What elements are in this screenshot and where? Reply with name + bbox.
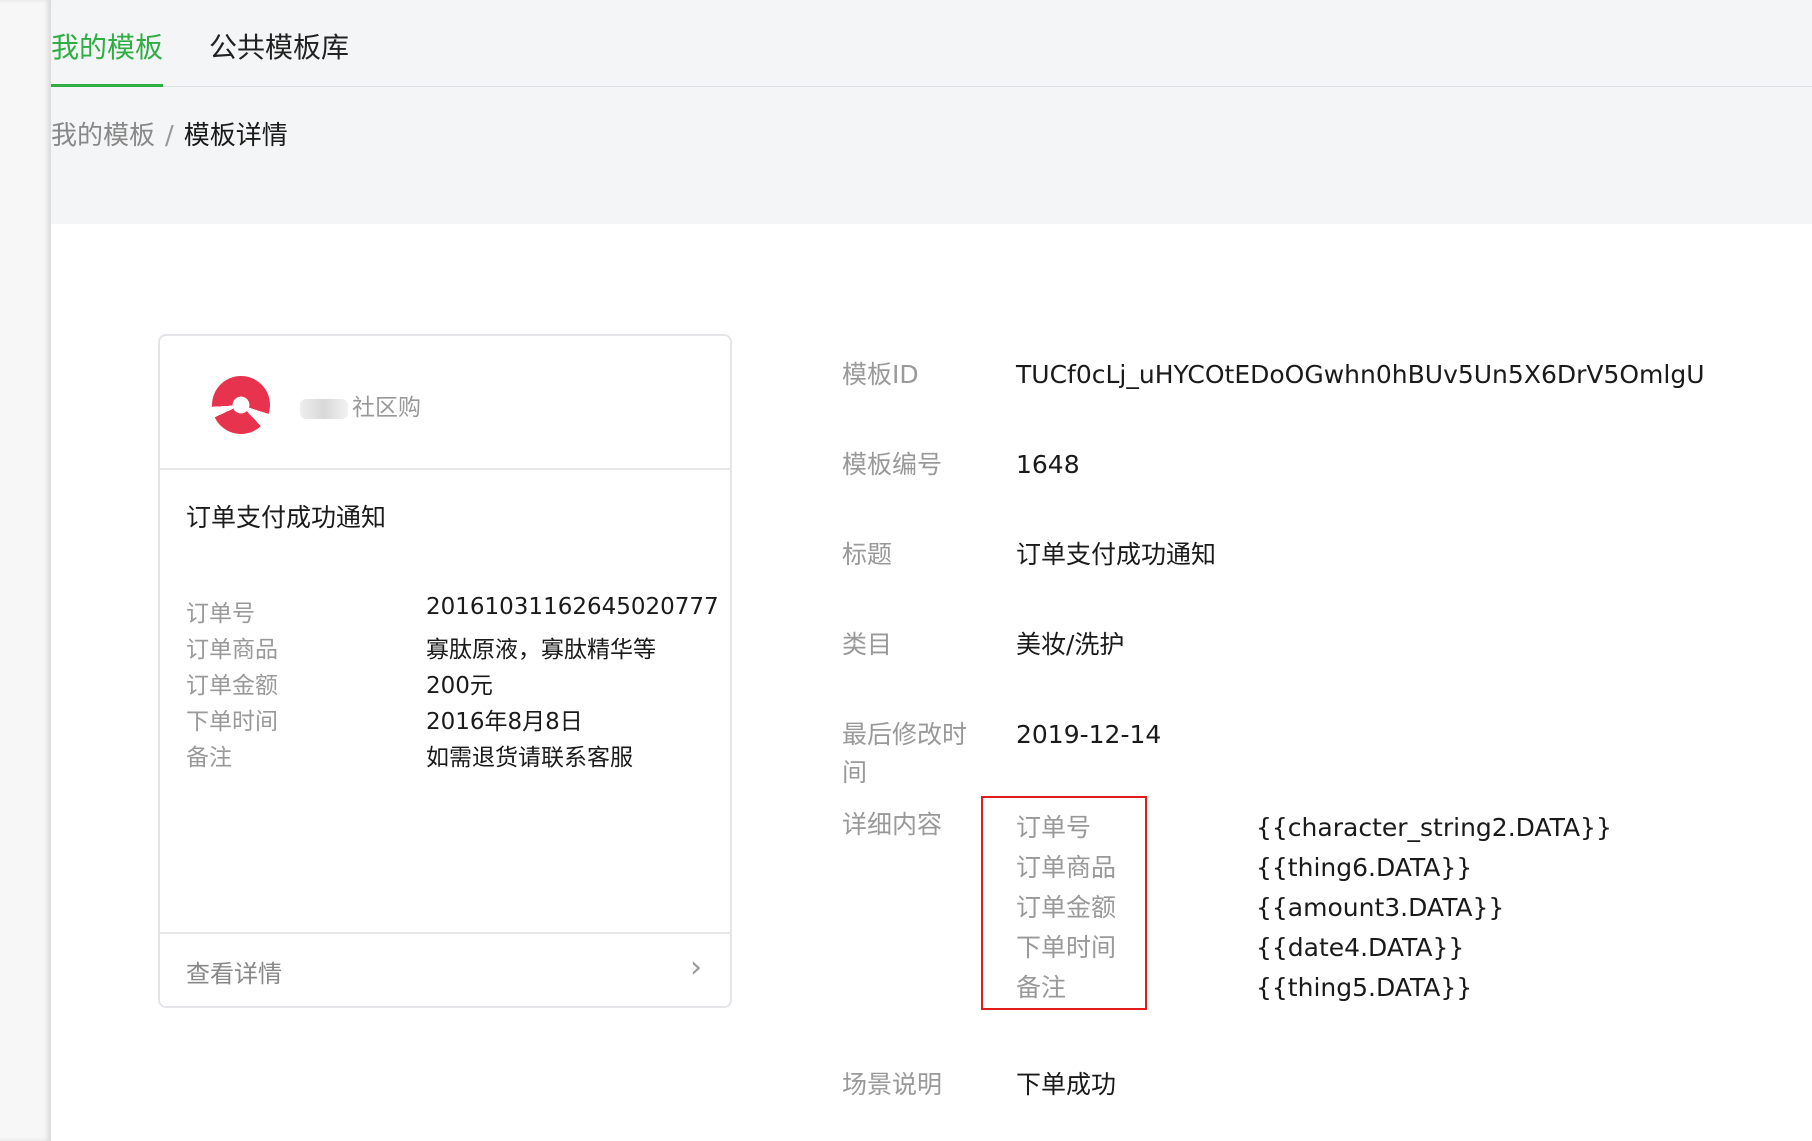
breadcrumb-separator: / — [165, 121, 174, 151]
content-value: {{character_string2.DATA}} — [1256, 813, 1612, 842]
tab-public-template-library[interactable]: 公共模板库 — [209, 26, 349, 84]
card-field-label: 订单金额 — [186, 673, 278, 699]
card-field-label: 订单商品 — [186, 637, 278, 663]
scene-value: 下单成功 — [1016, 1070, 1117, 1099]
detail-label: 最后修改时间 — [842, 720, 968, 787]
content-key: 订单金额 — [1016, 893, 1117, 922]
card-field-label: 订单号 — [186, 601, 255, 627]
card-field-list: 订单号 20161031162645020777 订单商品 寡肽原液，寡肽精华等 订… — [186, 594, 719, 774]
detail-label: 场景说明 — [842, 1070, 943, 1099]
detail-label: 模板ID — [842, 360, 919, 389]
content-key: 订单商品 — [1016, 853, 1117, 882]
card-field-row: 备注 如需退货请联系客服 — [186, 738, 706, 774]
content-value: {{amount3.DATA}} — [1256, 893, 1505, 922]
card-field-value: 如需退货请联系客服 — [426, 745, 633, 771]
breadcrumb-parent[interactable]: 我的模板 — [51, 121, 155, 151]
template-no-value: 1648 — [1016, 450, 1080, 479]
detail-label: 详细内容 — [842, 810, 943, 839]
content-key: 下单时间 — [1016, 933, 1117, 962]
brand-logo-icon — [212, 376, 270, 434]
card-field-value: 寡肽原液，寡肽精华等 — [426, 637, 656, 663]
blurred-brand-text — [300, 398, 348, 419]
content-value: {{date4.DATA}} — [1256, 933, 1465, 962]
tab-bar: 我的模板 公共模板库 — [51, 0, 1812, 87]
template-preview-card: 社区购 订单支付成功通知 订单号 20161031162645020777 订单商… — [158, 334, 732, 1008]
card-field-row: 下单时间 2016年8月8日 — [186, 702, 706, 738]
title-value: 订单支付成功通知 — [1016, 540, 1217, 569]
breadcrumb: 我的模板 / 模板详情 — [51, 115, 288, 152]
card-field-row: 订单商品 寡肽原液，寡肽精华等 — [186, 630, 706, 666]
card-field-row: 订单号 20161031162645020777 — [186, 594, 719, 630]
view-details-label: 查看详情 — [186, 960, 282, 988]
card-field-value: 200元 — [426, 673, 493, 699]
detail-label: 标题 — [842, 540, 893, 569]
content-key: 备注 — [1016, 973, 1067, 1002]
card-field-value: 20161031162645020777 — [426, 594, 719, 620]
card-field-label: 下单时间 — [186, 709, 278, 735]
card-title: 订单支付成功通知 — [186, 503, 387, 532]
modified-value: 2019-12-14 — [1016, 720, 1162, 749]
content-value: {{thing6.DATA}} — [1256, 853, 1473, 882]
category-value: 美妆/洗护 — [1016, 630, 1125, 659]
card-header: 社区购 — [160, 336, 730, 470]
card-field-value: 2016年8月8日 — [426, 709, 583, 735]
breadcrumb-current: 模板详情 — [183, 121, 288, 151]
left-sidebar-edge — [0, 0, 51, 1141]
tab-my-templates[interactable]: 我的模板 — [51, 26, 164, 87]
view-details-link[interactable]: 查看详情 › — [160, 932, 730, 1006]
template-id-value: TUCf0cLj_uHYCOtEDoOGwhn0hBUv5Un5X6DrV5Om… — [1016, 360, 1705, 389]
content-value: {{thing5.DATA}} — [1256, 973, 1473, 1002]
card-field-label: 备注 — [186, 745, 232, 771]
content-key: 订单号 — [1016, 813, 1092, 842]
chevron-right-icon: › — [690, 950, 702, 985]
detail-label: 模板编号 — [842, 450, 943, 479]
brand-name: 社区购 — [300, 388, 421, 422]
detail-label: 类目 — [842, 630, 893, 659]
card-field-row: 订单金额 200元 — [186, 666, 706, 702]
